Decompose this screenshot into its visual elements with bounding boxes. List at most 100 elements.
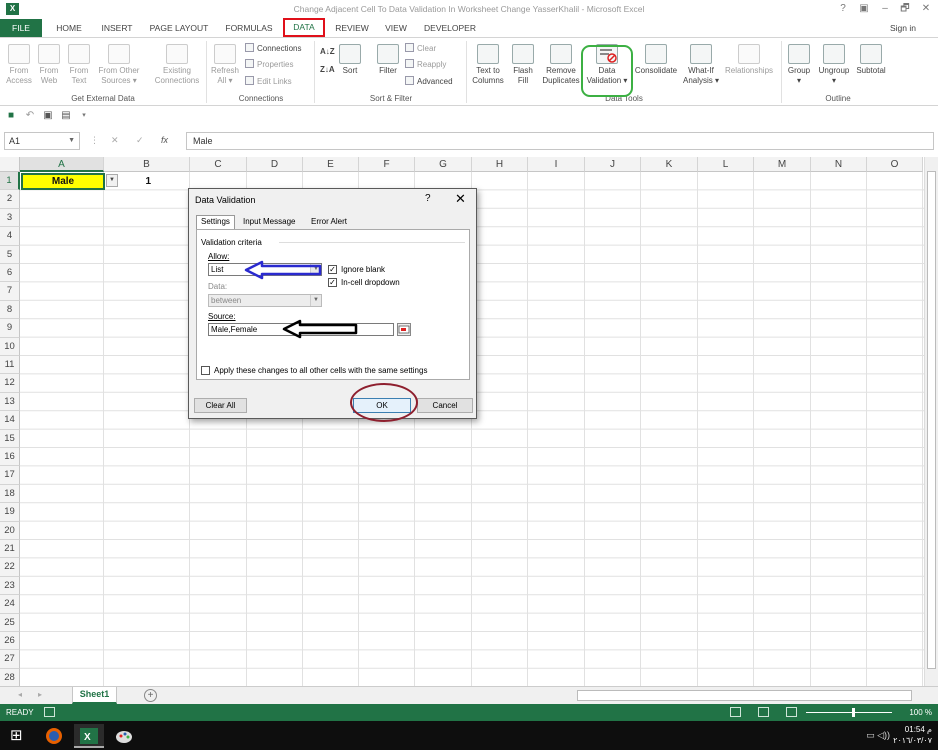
cell-a1[interactable]: Male bbox=[21, 173, 105, 190]
tab-view[interactable]: VIEW bbox=[380, 19, 412, 37]
zoom-slider-knob[interactable] bbox=[852, 708, 855, 717]
properties-button[interactable]: Properties bbox=[245, 59, 293, 70]
row-header-13[interactable]: 13 bbox=[0, 392, 20, 412]
from-text-button[interactable]: From Text bbox=[64, 44, 94, 86]
row-header-1[interactable]: 1 bbox=[0, 172, 20, 191]
column-header-n[interactable]: N bbox=[811, 157, 867, 172]
row-header-11[interactable]: 11 bbox=[0, 356, 20, 375]
in-cell-dropdown-checkbox[interactable]: ✓ bbox=[328, 278, 337, 287]
column-header-k[interactable]: K bbox=[641, 157, 698, 172]
tab-error-alert[interactable]: Error Alert bbox=[307, 216, 351, 229]
undo-icon[interactable]: ↶ bbox=[24, 110, 36, 122]
row-header-26[interactable]: 26 bbox=[0, 632, 20, 651]
page-break-view-icon[interactable] bbox=[786, 707, 797, 717]
group-button[interactable]: Group ▾ bbox=[784, 44, 814, 86]
insert-function-icon[interactable]: fx bbox=[161, 135, 168, 145]
ungroup-button[interactable]: Ungroup ▾ bbox=[815, 44, 853, 86]
column-header-h[interactable]: H bbox=[472, 157, 528, 172]
vertical-scroll-thumb[interactable] bbox=[927, 171, 936, 669]
row-header-12[interactable]: 12 bbox=[0, 374, 20, 393]
cell-dropdown-button[interactable]: ▼ bbox=[106, 174, 118, 187]
relationships-button[interactable]: Relationships bbox=[720, 44, 778, 76]
row-header-4[interactable]: 4 bbox=[0, 227, 20, 246]
taskbar-clock[interactable]: 01:54 م ٢٠١٦/٠٣/٠٧ bbox=[893, 724, 932, 746]
tab-insert[interactable]: INSERT bbox=[97, 19, 137, 37]
row-header-7[interactable]: 7 bbox=[0, 282, 20, 301]
existing-connections-button[interactable]: Existing Connections bbox=[150, 44, 204, 86]
firefox-icon[interactable] bbox=[39, 724, 69, 748]
sheet-tab-sheet1[interactable]: Sheet1 bbox=[72, 687, 117, 704]
row-header-20[interactable]: 20 bbox=[0, 521, 20, 540]
formula-input[interactable]: Male bbox=[186, 132, 934, 150]
connections-button[interactable]: Connections bbox=[245, 43, 301, 54]
clear-all-button[interactable]: Clear All bbox=[194, 398, 247, 413]
column-header-m[interactable]: M bbox=[754, 157, 811, 172]
restore-icon[interactable]: 🗗 bbox=[897, 2, 913, 16]
column-header-c[interactable]: C bbox=[190, 157, 247, 172]
sort-z-to-a-button[interactable]: Z↓A bbox=[320, 64, 335, 75]
text-to-columns-button[interactable]: Text to Columns bbox=[468, 44, 508, 86]
dialog-help-icon[interactable]: ? bbox=[425, 193, 431, 204]
name-box[interactable]: A1 ▼ bbox=[4, 132, 80, 150]
sort-button[interactable]: Sort bbox=[338, 44, 362, 76]
column-header-i[interactable]: I bbox=[528, 157, 585, 172]
edit-links-button[interactable]: Edit Links bbox=[245, 76, 292, 87]
cancel-formula-icon[interactable]: ✕ bbox=[111, 135, 119, 146]
column-header-b[interactable]: B bbox=[104, 157, 190, 172]
zoom-level[interactable]: 100 % bbox=[909, 708, 932, 717]
prev-sheet-icon[interactable]: ◂ bbox=[18, 690, 22, 699]
tab-formulas[interactable]: FORMULAS bbox=[221, 19, 277, 37]
column-header-o[interactable]: O bbox=[867, 157, 923, 172]
next-sheet-icon[interactable]: ▸ bbox=[38, 690, 42, 699]
row-header-23[interactable]: 23 bbox=[0, 576, 20, 596]
row-header-10[interactable]: 10 bbox=[0, 337, 20, 356]
row-header-18[interactable]: 18 bbox=[0, 484, 20, 504]
print-preview-icon[interactable]: ▣ bbox=[42, 110, 54, 122]
tab-developer[interactable]: DEVELOPER bbox=[420, 19, 480, 37]
paint-icon[interactable] bbox=[109, 724, 139, 748]
advanced-filter-button[interactable]: Advanced bbox=[405, 76, 453, 87]
apply-all-checkbox[interactable] bbox=[201, 366, 210, 375]
page-layout-view-icon[interactable] bbox=[758, 707, 769, 717]
row-header-27[interactable]: 27 bbox=[0, 650, 20, 669]
add-sheet-icon[interactable]: + bbox=[144, 689, 157, 702]
tab-settings[interactable]: Settings bbox=[196, 215, 235, 229]
tab-review[interactable]: REVIEW bbox=[332, 19, 372, 37]
select-all-corner[interactable] bbox=[0, 157, 20, 172]
row-header-19[interactable]: 19 bbox=[0, 503, 20, 522]
enter-formula-icon[interactable]: ✓ bbox=[136, 135, 144, 146]
excel-taskbar-icon[interactable]: X bbox=[74, 724, 104, 748]
column-header-e[interactable]: E bbox=[303, 157, 359, 172]
range-selector-icon[interactable] bbox=[397, 323, 411, 336]
row-header-6[interactable]: 6 bbox=[0, 264, 20, 283]
sign-in-link[interactable]: Sign in bbox=[890, 23, 916, 33]
row-header-5[interactable]: 5 bbox=[0, 245, 20, 264]
column-header-f[interactable]: F bbox=[359, 157, 415, 172]
row-header-15[interactable]: 15 bbox=[0, 429, 20, 448]
filter-button[interactable]: Filter bbox=[374, 44, 402, 76]
minimize-icon[interactable]: – bbox=[877, 2, 893, 16]
system-tray-icons[interactable]: ▭ ◁)) bbox=[866, 730, 890, 741]
macro-record-icon[interactable] bbox=[44, 707, 55, 717]
windows-start-icon[interactable]: ⊞ bbox=[10, 728, 23, 743]
row-header-22[interactable]: 22 bbox=[0, 558, 20, 577]
customize-toolbar-icon[interactable]: ▾ bbox=[78, 110, 90, 122]
row-header-21[interactable]: 21 bbox=[0, 540, 20, 559]
tab-input-message[interactable]: Input Message bbox=[239, 216, 299, 229]
flash-fill-button[interactable]: Flash Fill bbox=[508, 44, 538, 86]
from-access-button[interactable]: From Access bbox=[4, 44, 34, 86]
row-header-17[interactable]: 17 bbox=[0, 466, 20, 485]
row-header-8[interactable]: 8 bbox=[0, 300, 20, 320]
column-header-j[interactable]: J bbox=[585, 157, 641, 172]
ribbon-display-icon[interactable]: ▣ bbox=[856, 2, 872, 16]
horizontal-scrollbar[interactable] bbox=[577, 690, 912, 701]
row-header-24[interactable]: 24 bbox=[0, 595, 20, 614]
reapply-button[interactable]: Reapply bbox=[405, 59, 446, 70]
column-header-l[interactable]: L bbox=[698, 157, 754, 172]
row-header-25[interactable]: 25 bbox=[0, 613, 20, 632]
tab-data[interactable]: DATA bbox=[283, 18, 325, 37]
row-header-14[interactable]: 14 bbox=[0, 411, 20, 430]
zoom-slider[interactable] bbox=[806, 712, 892, 713]
save-icon[interactable]: ■ bbox=[5, 110, 17, 122]
row-header-16[interactable]: 16 bbox=[0, 448, 20, 467]
